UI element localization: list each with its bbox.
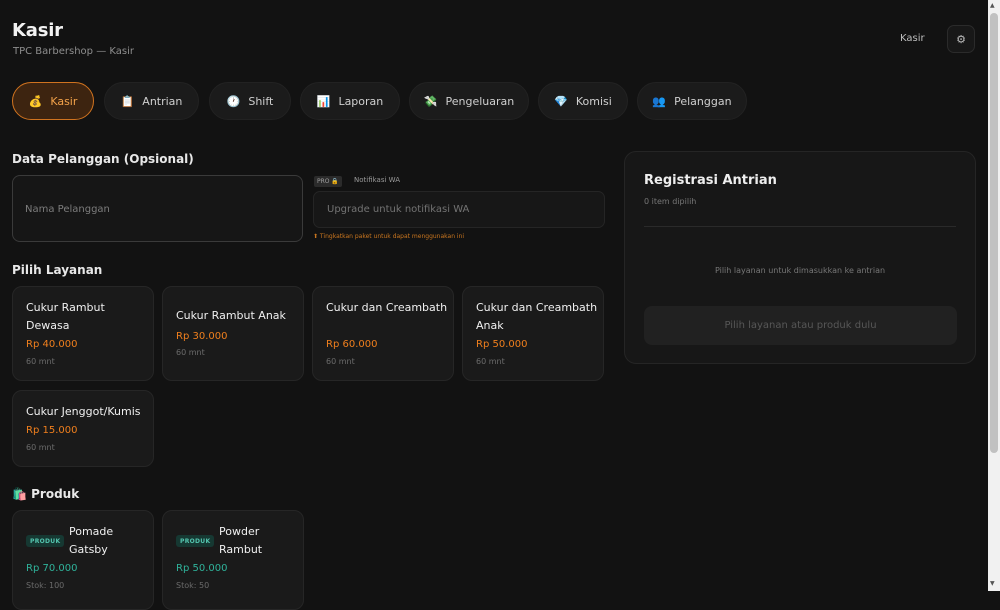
service-price: Rp 60.000 <box>326 339 378 350</box>
users-icon: 👥 <box>652 94 667 108</box>
service-duration: 60 mnt <box>176 348 205 357</box>
tab-kasir[interactable]: 💰 Kasir <box>12 82 94 120</box>
service-name: Cukur Jenggot/Kumis <box>26 405 141 418</box>
tab-laporan[interactable]: 📊 Laporan <box>300 82 400 120</box>
product-badge: PRODUK <box>176 535 215 547</box>
products-section-title: 🛍️ Produk <box>12 487 80 501</box>
pro-badge: PRO 🔒 <box>314 176 342 187</box>
money-bag-icon: 💰 <box>28 94 43 108</box>
service-duration: 60 mnt <box>26 443 55 452</box>
product-price: Rp 70.000 <box>26 563 78 574</box>
settings-button[interactable]: ⚙ <box>947 25 975 53</box>
service-card[interactable]: Cukur Rambut Anak Rp 30.000 60 mnt <box>162 286 304 381</box>
wa-notification-input[interactable]: Upgrade untuk notifikasi WA <box>313 191 605 228</box>
product-badge: PRODUK <box>26 535 65 547</box>
service-name: Cukur dan Creambath Anak <box>476 301 598 332</box>
service-price: Rp 40.000 <box>26 339 78 350</box>
upgrade-warning: ⬆ Tingkatkan paket untuk dapat menggunak… <box>313 233 465 240</box>
service-card[interactable]: Cukur dan Creambath Rp 60.000 60 mnt <box>312 286 454 381</box>
product-name: Pomade Gatsby <box>69 525 114 556</box>
service-duration: 60 mnt <box>476 357 505 366</box>
tab-shift[interactable]: 🕐 Shift <box>209 82 291 120</box>
scroll-up-arrow-icon[interactable]: ▲ <box>990 2 995 9</box>
tab-pengeluaran[interactable]: 💸 Pengeluaran <box>409 82 529 120</box>
role-label: Kasir <box>900 33 925 44</box>
clock-icon: 🕐 <box>226 94 241 108</box>
panel-title: Registrasi Antrian <box>644 173 777 188</box>
service-price: Rp 15.000 <box>26 425 78 436</box>
service-card[interactable]: Cukur Rambut Dewasa Rp 40.000 60 mnt <box>12 286 154 381</box>
services-section-title: Pilih Layanan <box>12 263 103 277</box>
tab-label: Antrian <box>142 94 183 108</box>
gear-icon: ⚙ <box>956 32 966 46</box>
service-name: Cukur dan Creambath <box>326 301 448 314</box>
gem-icon: 💎 <box>554 94 568 108</box>
service-name: Cukur Rambut Dewasa <box>26 301 105 332</box>
customer-section-title: Data Pelanggan (Opsional) <box>12 152 194 166</box>
wa-label: Notifikasi WA <box>354 176 400 184</box>
service-duration: 60 mnt <box>26 357 55 366</box>
customer-name-input[interactable]: Nama Pelanggan <box>12 175 303 242</box>
product-stock: Stok: 100 <box>26 581 65 590</box>
submit-queue-button[interactable]: Pilih layanan atau produk dulu <box>644 306 957 345</box>
tab-label: Laporan <box>338 94 384 108</box>
selected-count: 0 item dipilih <box>644 197 697 206</box>
page-title: Kasir <box>12 20 63 41</box>
tab-label: Pelanggan <box>674 94 732 108</box>
empty-state-text: Pilih layanan untuk dimasukkan ke antria… <box>714 266 886 275</box>
money-wings-icon: 💸 <box>423 94 438 108</box>
service-price: Rp 50.000 <box>476 339 528 350</box>
product-card[interactable]: PRODUK Powder Rambut Rp 50.000 Stok: 50 <box>162 510 304 610</box>
scrollbar-thumb[interactable] <box>990 13 998 453</box>
service-name: Cukur Rambut Anak <box>176 309 286 322</box>
service-duration: 60 mnt <box>326 357 355 366</box>
tab-label: Komisi <box>575 94 612 108</box>
page-subtitle: TPC Barbershop — Kasir <box>13 46 134 57</box>
clipboard-icon: 📋 <box>120 94 135 108</box>
chart-icon: 📊 <box>316 94 331 108</box>
divider <box>644 226 956 227</box>
tab-pelanggan[interactable]: 👥 Pelanggan <box>637 82 747 120</box>
tab-label: Kasir <box>50 94 78 108</box>
service-price: Rp 30.000 <box>176 331 228 342</box>
service-card[interactable]: Cukur Jenggot/Kumis Rp 15.000 60 mnt <box>12 390 154 467</box>
product-stock: Stok: 50 <box>176 581 210 590</box>
tab-antrian[interactable]: 📋 Antrian <box>104 82 199 120</box>
product-name: Powder Rambut <box>219 525 263 556</box>
queue-registration-panel: Registrasi Antrian 0 item dipilih Pilih … <box>624 151 976 364</box>
tab-komisi[interactable]: 💎 Komisi <box>538 82 628 120</box>
scroll-down-arrow-icon[interactable]: ▼ <box>990 580 995 587</box>
product-card[interactable]: PRODUK Pomade Gatsby Rp 70.000 Stok: 100 <box>12 510 154 610</box>
tab-label: Shift <box>248 94 274 108</box>
product-price: Rp 50.000 <box>176 563 228 574</box>
service-card[interactable]: Cukur dan Creambath Anak Rp 50.000 60 mn… <box>462 286 604 381</box>
tab-label: Pengeluaran <box>445 94 515 108</box>
